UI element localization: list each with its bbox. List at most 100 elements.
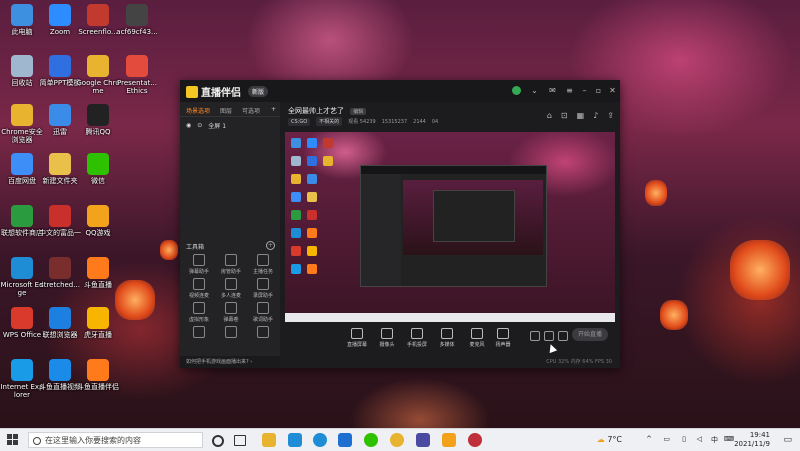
desktop-icon-label: QQ游戏 <box>85 229 111 237</box>
windows-start-icon[interactable] <box>7 434 19 446</box>
preview-desktop-icon <box>307 138 317 148</box>
chrome-icon[interactable] <box>390 433 404 447</box>
add-icon[interactable]: + <box>271 106 276 116</box>
tool-label: 多人连麦 <box>220 293 241 299</box>
app-icon[interactable] <box>468 433 482 447</box>
tool-button[interactable]: 主播任务 <box>248 254 278 275</box>
chart-icon[interactable]: ▦ <box>577 111 585 120</box>
tool-button[interactable]: 歌词助手 <box>248 302 278 323</box>
tab-layers[interactable]: 图层 <box>220 106 232 116</box>
volume-icon[interactable]: ◁ <box>697 435 702 443</box>
preview-desktop-icon <box>307 156 317 166</box>
tool-label: 歌词助手 <box>252 317 273 323</box>
settings-icon[interactable] <box>558 331 568 341</box>
tool-button[interactable] <box>248 326 278 340</box>
subcategory-chip[interactable]: 不相关的 <box>316 117 343 126</box>
scene-item[interactable]: ◉ ⊙ 全屏 1 <box>180 117 280 134</box>
edit-tag[interactable]: 编辑 <box>350 108 367 115</box>
desktop-icon[interactable]: Google Chrome <box>76 55 120 95</box>
chevron-up-icon[interactable]: ^ <box>646 435 652 443</box>
eye-icon[interactable] <box>544 331 554 341</box>
ime-icon[interactable]: 中 <box>711 435 718 445</box>
control-icon <box>497 328 509 339</box>
desktop-icon[interactable]: Screenflo... <box>76 4 120 36</box>
tool-button[interactable] <box>216 326 246 340</box>
tool-button[interactable]: 视频连麦 <box>184 278 214 299</box>
tab-options[interactable]: 可选项 <box>242 106 260 116</box>
tool-button[interactable]: 虚拟形象 <box>184 302 214 323</box>
desktop-icon[interactable]: QQ游戏 <box>76 205 120 237</box>
eye-icon[interactable]: ◉ <box>186 122 191 129</box>
weather-widget[interactable]: ☁ 7°C <box>597 435 622 444</box>
menu-icon[interactable]: ≡ <box>565 86 574 95</box>
recycle-bin-icon <box>11 55 33 77</box>
battery-icon[interactable]: ▯ <box>682 435 686 443</box>
lock-icon[interactable]: ⊙ <box>197 122 202 129</box>
lock-icon[interactable]: ⊡ <box>561 111 568 120</box>
desktop-icon[interactable]: 斗鱼直播 <box>76 257 120 289</box>
file-explorer-icon[interactable] <box>262 433 276 447</box>
lenovo-store-icon <box>11 205 33 227</box>
minimize-button[interactable]: – <box>580 86 589 95</box>
store-icon[interactable] <box>338 433 352 447</box>
tool-icon <box>257 278 269 290</box>
taskbar-search[interactable]: 在这里输入你要搜索的内容 <box>28 432 203 448</box>
weather-icon: ☁ <box>596 435 605 444</box>
control-button[interactable]: 多媒体 <box>432 328 462 348</box>
desktop-icon[interactable]: 虎牙直播 <box>76 307 120 339</box>
wechat-icon[interactable] <box>364 433 378 447</box>
desktop-icon[interactable]: 斗鱼直播伴侣 <box>76 359 120 391</box>
task-view-icon[interactable] <box>234 435 246 446</box>
close-button[interactable]: ✕ <box>608 86 617 95</box>
desktop-icon-label: 斗鱼直播 <box>84 281 112 289</box>
tool-button[interactable]: 弹幕助手 <box>184 254 214 275</box>
avatar[interactable] <box>512 86 521 95</box>
stream-preview[interactable] <box>285 132 615 322</box>
desktop-icon[interactable]: Presentat... Ethics <box>115 55 159 95</box>
version-badge[interactable]: 新版 <box>248 86 269 97</box>
tool-button[interactable] <box>184 326 214 340</box>
desktop-icon[interactable]: 微信 <box>76 153 120 185</box>
control-button[interactable]: 扬声器 <box>488 328 518 348</box>
start-live-button[interactable]: 开始直播 <box>572 328 608 341</box>
chevron-down-icon[interactable]: ⌄ <box>530 86 539 95</box>
room-stat: 04 <box>431 118 439 125</box>
tab-scene[interactable]: 场景选项 <box>186 106 210 116</box>
ppt-template-icon <box>49 55 71 77</box>
tools-add-icon[interactable]: + <box>266 241 275 250</box>
tool-icon <box>225 326 237 338</box>
category-chip[interactable]: CS:GO <box>288 117 311 126</box>
cortana-icon[interactable] <box>212 435 224 447</box>
chrome-icon <box>87 55 109 77</box>
notification-icon[interactable]: ▭ <box>783 435 792 445</box>
network-icon[interactable]: ▭ <box>663 435 670 443</box>
control-button[interactable]: 摄像头 <box>372 328 402 348</box>
desktop-icon[interactable]: 腾讯QQ <box>76 104 120 136</box>
keyboard-icon[interactable]: ⌨ <box>724 435 734 443</box>
app-icon[interactable] <box>416 433 430 447</box>
tool-button[interactable]: 录屏助手 <box>248 278 278 299</box>
huya-icon <box>87 307 109 329</box>
tool-button[interactable]: 弹幕卷 <box>216 302 246 323</box>
control-button[interactable]: 直播屏幕 <box>342 328 372 348</box>
mail-icon[interactable] <box>288 433 302 447</box>
preview-desktop-icon <box>291 210 301 220</box>
share-icon[interactable]: ⇪ <box>607 111 614 120</box>
chrome-secure-icon <box>11 104 33 126</box>
edge-icon <box>11 257 33 279</box>
control-button[interactable]: 手机投屏 <box>402 328 432 348</box>
room-title-text[interactable]: 全网最帅上才艺了 <box>288 107 344 115</box>
message-icon[interactable]: ✉ <box>548 86 557 95</box>
tool-button[interactable]: 房管助手 <box>216 254 246 275</box>
douyu-icon[interactable] <box>442 433 456 447</box>
maximize-button[interactable]: ▫ <box>594 86 603 95</box>
desktop-icon[interactable]: acf69cf43... <box>115 4 159 36</box>
video-icon[interactable] <box>530 331 540 341</box>
gift-icon[interactable]: ⌂ <box>547 111 552 120</box>
edge-icon[interactable] <box>313 433 327 447</box>
bell-icon[interactable]: ♪ <box>593 111 598 120</box>
clock[interactable]: 19:41 2021/11/9 <box>734 431 770 449</box>
help-notice[interactable]: 如何把手机游戏画面播出来? › <box>180 356 280 368</box>
tool-button[interactable]: 多人连麦 <box>216 278 246 299</box>
search-icon <box>33 437 41 445</box>
